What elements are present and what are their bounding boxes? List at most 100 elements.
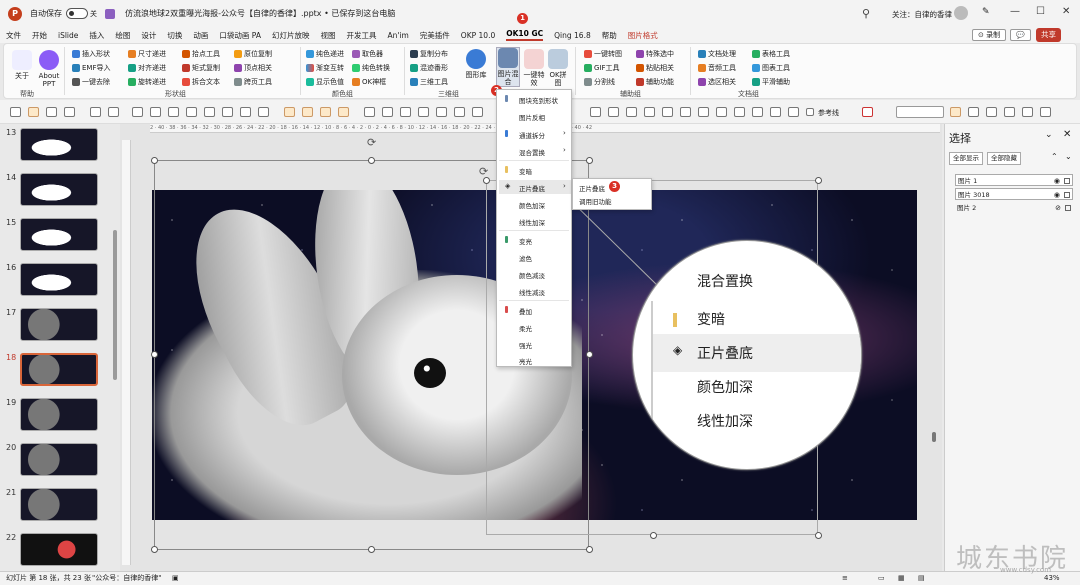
ref-line-checkbox[interactable] (806, 108, 814, 116)
mix-shape-button[interactable]: 混迹番形 (410, 63, 448, 73)
toolbar-icon[interactable] (472, 107, 483, 117)
toolbar-icon[interactable] (338, 107, 349, 117)
panel-scrollbar[interactable] (113, 230, 117, 380)
slide-thumbnail[interactable] (20, 398, 98, 431)
toolbar-icon[interactable] (680, 107, 691, 117)
gradient-swap-button[interactable]: 渐变互转 (306, 63, 344, 73)
resize-handle[interactable] (151, 546, 158, 553)
toolbar-icon[interactable] (168, 107, 179, 117)
menu-item-channel-split[interactable]: 通道拆分 (519, 130, 545, 140)
toolbar-icon[interactable] (132, 107, 143, 117)
color-picker-button[interactable]: 取色器 (352, 49, 383, 59)
to-image-button[interactable]: 一键转图 (584, 49, 622, 59)
close-button[interactable]: ✕ (1062, 6, 1070, 17)
show-color-button[interactable]: 显示色值 (306, 77, 344, 87)
menu-item-darken[interactable]: 变暗 (519, 166, 532, 176)
toolbar-icon[interactable] (1022, 107, 1033, 117)
tab-anim[interactable]: An'im (387, 31, 408, 40)
matrix-copy-button[interactable]: 矩式复制 (182, 63, 220, 73)
divider-button[interactable]: 分割线 (584, 77, 615, 87)
resize-handle[interactable] (650, 532, 657, 539)
tab-draw[interactable]: 绘图 (115, 30, 130, 41)
tab-qing[interactable]: Qing 16.8 (554, 31, 591, 40)
3d-tools-button[interactable]: 三维工具 (410, 77, 448, 87)
resize-handle[interactable] (368, 546, 375, 553)
record-button[interactable]: ⊙ 录制 (972, 29, 1007, 41)
tab-islide[interactable]: iSlide (58, 31, 78, 40)
maximize-button[interactable]: ☐ (1036, 6, 1045, 17)
menu-item-lighten[interactable]: 变亮 (519, 236, 532, 246)
selection-related-button[interactable]: 选区相关 (698, 77, 736, 87)
menu-item-linear-burn[interactable]: 线性加深 (519, 217, 545, 227)
toolbar-icon[interactable] (770, 107, 781, 117)
table-tools-button[interactable]: 表格工具 (752, 49, 790, 59)
ok-frame-button[interactable]: OK神框 (352, 77, 386, 87)
tab-pocket-animation[interactable]: 口袋动画 PA (219, 30, 261, 41)
show-all-button[interactable]: 全部显示 (949, 152, 983, 165)
tab-picture-format[interactable]: 图片格式 (628, 30, 658, 41)
toolbar-icon[interactable] (320, 107, 331, 117)
toolbar-icon[interactable] (204, 107, 215, 117)
toolbar-icon[interactable] (382, 107, 393, 117)
menu-item-soft-light[interactable]: 柔光 (519, 323, 532, 333)
save-icon[interactable] (105, 8, 115, 19)
toolbar-icon[interactable] (698, 107, 709, 117)
notes-icon[interactable]: ≡ (842, 572, 848, 585)
toolbar-icon[interactable] (950, 107, 961, 117)
pick-point-button[interactable]: 拾点工具 (182, 49, 220, 59)
minimize-button[interactable]: — (1010, 6, 1020, 17)
accessibility-icon[interactable]: ▣ (172, 572, 179, 585)
rotate-step-button[interactable]: 旋转递进 (128, 77, 166, 87)
size-step-button[interactable]: 尺寸递进 (128, 49, 166, 59)
layer-row[interactable]: 图片 1 ◉ (955, 174, 1073, 186)
toolbar-icon[interactable] (662, 107, 673, 117)
toolbar-icon[interactable] (986, 107, 997, 117)
pen-icon[interactable]: ✎ (982, 7, 990, 17)
slide-thumbnail[interactable] (20, 488, 98, 521)
gif-tools-button[interactable]: GIF工具 (584, 63, 620, 73)
toolbar-icon[interactable] (400, 107, 411, 117)
chart-tools-button[interactable]: 图表工具 (752, 63, 790, 73)
eye-icon[interactable]: ◉ (1054, 189, 1060, 201)
toolbar-icon[interactable] (46, 107, 57, 117)
resize-handle[interactable] (151, 157, 158, 164)
tab-help[interactable]: 帮助 (602, 30, 617, 41)
slide-thumbnail[interactable] (20, 263, 98, 296)
toolbar-icon[interactable] (752, 107, 763, 117)
layer-row[interactable]: 图片 2 ⊘ (955, 202, 1073, 214)
value-combo[interactable] (896, 106, 944, 118)
toolbar-icon[interactable] (1040, 107, 1051, 117)
sorter-view-icon[interactable]: ▦ (898, 572, 905, 585)
toolbar-icon[interactable] (644, 107, 655, 117)
slide-thumbnail[interactable] (20, 128, 98, 161)
toolbar-icon[interactable] (364, 107, 375, 117)
toolbar-icon[interactable] (222, 107, 233, 117)
toolbar-icon[interactable] (240, 107, 251, 117)
close-icon[interactable]: ✕ (1063, 129, 1071, 140)
menu-item-screen[interactable]: 滤色 (519, 253, 532, 263)
tab-slideshow[interactable]: 幻灯片放映 (272, 30, 310, 41)
menu-item-color-burn[interactable]: 颜色加深 (519, 200, 545, 210)
cross-page-button[interactable]: 跨页工具 (234, 77, 272, 87)
toolbar-icon[interactable] (108, 107, 119, 117)
eye-icon[interactable]: ◉ (1054, 175, 1060, 187)
remove-button[interactable]: 一键去除 (72, 77, 110, 87)
toolbar-icon[interactable] (90, 107, 101, 117)
tab-animation[interactable]: 动画 (193, 30, 208, 41)
lock-icon[interactable] (1064, 192, 1070, 198)
menu-item-multiply[interactable]: 正片叠底 (519, 183, 545, 193)
toolbar-icon[interactable] (302, 107, 313, 117)
in-place-copy-button[interactable]: 原位复制 (234, 49, 272, 59)
user-name[interactable]: 关注：自律的香律 (892, 9, 952, 20)
chevron-down-icon[interactable]: ⌄ (1045, 130, 1053, 140)
tab-okp[interactable]: OKP 10.0 (461, 31, 495, 40)
menu-item-vivid-light[interactable]: 亮光 (519, 356, 532, 366)
tab-developer[interactable]: 开发工具 (346, 30, 376, 41)
toolbar-icon[interactable] (186, 107, 197, 117)
tab-home[interactable]: 开始 (32, 30, 47, 41)
eye-hidden-icon[interactable]: ⊘ (1055, 202, 1061, 214)
paste-button[interactable]: 粘贴相关 (636, 63, 674, 73)
solid-step-button[interactable]: 纯色递进 (306, 49, 344, 59)
about-button[interactable]: 关于 (10, 50, 34, 80)
toolbar-icon[interactable] (418, 107, 429, 117)
